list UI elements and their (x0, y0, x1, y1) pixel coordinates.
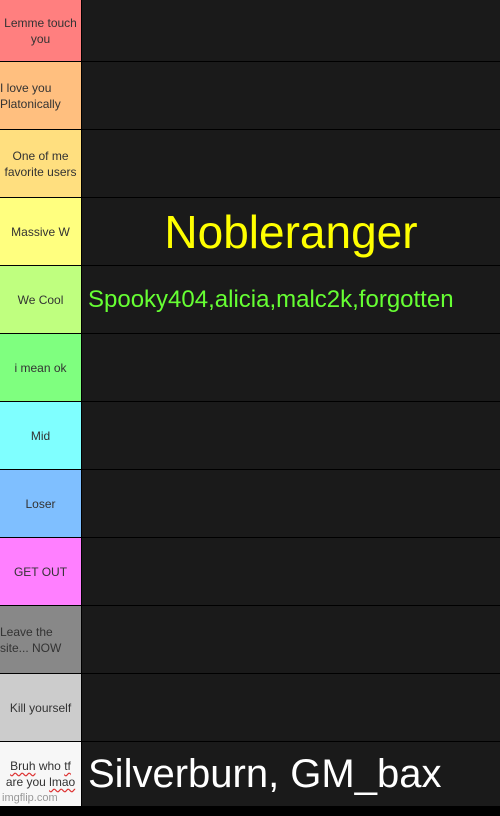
tier-label: Lemme touch you (0, 0, 82, 61)
tier-row-mid: Mid (0, 402, 500, 470)
tier-items[interactable] (82, 334, 500, 401)
tier-items[interactable] (82, 62, 500, 129)
tier-label: Massive W (0, 198, 82, 265)
tier-label: Kill yourself (0, 674, 82, 741)
tier-row-leave-the-site-now: Leave the site... NOW (0, 606, 500, 674)
tier-label: Mid (0, 402, 82, 469)
tier-list: Lemme touch you I love you Platonically … (0, 0, 500, 816)
label-word: lmao (49, 775, 76, 789)
tier-row-we-cool: We Cool Spooky404,alicia,malc2k,forgotte… (0, 266, 500, 334)
tier-label: I love you Platonically (0, 62, 82, 129)
tier-items[interactable] (82, 402, 500, 469)
tier-label: Leave the site... NOW (0, 606, 82, 673)
tier-label-text: Bruh who tf are you lmao (6, 758, 75, 790)
label-word: are you (5, 775, 50, 789)
tier-items[interactable] (82, 470, 500, 537)
label-word: tf (64, 759, 71, 773)
tier-items[interactable] (82, 606, 500, 673)
tier-row-one-of-me-favorite-users: One of me favorite users (0, 130, 500, 198)
tier-row-get-out: GET OUT (0, 538, 500, 606)
label-word: Bruh (10, 759, 36, 773)
tier-label: We Cool (0, 266, 82, 333)
tier-row-massive-w: Massive W Nobleranger (0, 198, 500, 266)
tier-label: GET OUT (0, 538, 82, 605)
tier-label: Loser (0, 470, 82, 537)
tier-items[interactable]: Silverburn, GM_bax (82, 742, 500, 806)
tier-label: i mean ok (0, 334, 82, 401)
tier-row-i-love-you-platonically: I love you Platonically (0, 62, 500, 130)
tier-row-lemme-touch-you: Lemme touch you (0, 0, 500, 62)
tier-items[interactable]: Nobleranger (82, 198, 500, 265)
tier-label: Bruh who tf are you lmao imgflip.com (0, 742, 82, 806)
imgflip-watermark: imgflip.com (2, 792, 58, 804)
tier-row-i-mean-ok: i mean ok (0, 334, 500, 402)
tier-label: One of me favorite users (0, 130, 82, 197)
tier-items[interactable] (82, 130, 500, 197)
tier-row-loser: Loser (0, 470, 500, 538)
tier-items[interactable] (82, 674, 500, 741)
tier-items[interactable] (82, 0, 500, 61)
tier-row-bruh-who-tf-are-you-lmao: Bruh who tf are you lmao imgflip.com Sil… (0, 742, 500, 806)
tier-row-kill-yourself: Kill yourself (0, 674, 500, 742)
tier-items[interactable]: Spooky404,alicia,malc2k,forgotten (82, 266, 500, 333)
label-word: who (35, 759, 65, 773)
tier-items[interactable] (82, 538, 500, 605)
